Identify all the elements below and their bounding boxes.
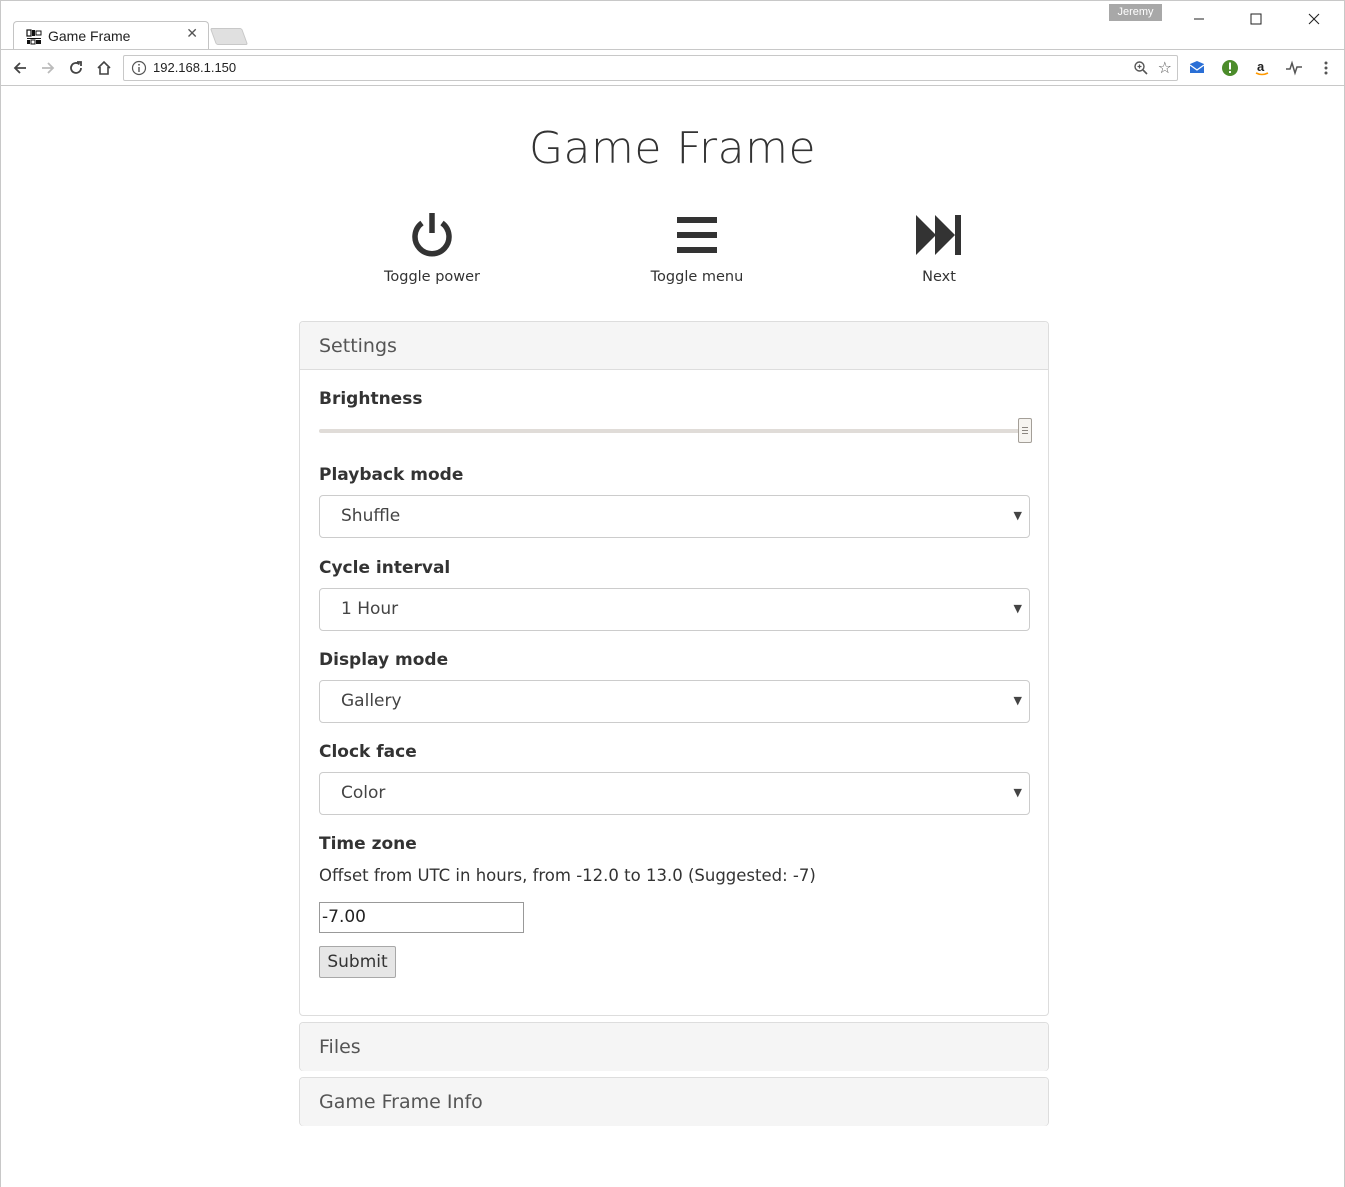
reload-icon bbox=[70, 61, 82, 74]
cycle-interval-value: 1 Hour bbox=[341, 599, 399, 619]
forward-arrow-icon bbox=[42, 62, 55, 74]
back-button[interactable] bbox=[10, 58, 30, 78]
address-bar[interactable]: 192.168.1.150 ☆ bbox=[123, 55, 1178, 81]
toggle-power-label: Toggle power bbox=[383, 269, 481, 285]
toggle-menu-button[interactable]: Toggle menu bbox=[631, 209, 763, 285]
skip-next-icon bbox=[916, 215, 961, 255]
cycle-interval-label: Cycle interval bbox=[319, 558, 451, 578]
forward-button[interactable] bbox=[38, 58, 58, 78]
clock-face-label: Clock face bbox=[319, 742, 417, 762]
address-url[interactable]: 192.168.1.150 bbox=[153, 60, 236, 75]
power-icon bbox=[412, 213, 452, 257]
tab-game-frame[interactable]: Game Frame ✕ bbox=[13, 21, 209, 50]
close-icon bbox=[1308, 13, 1320, 25]
minimize-button[interactable] bbox=[1176, 5, 1222, 33]
settings-panel: Settings Brightness Playback mode Shuffl… bbox=[299, 321, 1049, 1016]
home-button[interactable] bbox=[94, 58, 114, 78]
alert-extension-icon bbox=[1222, 60, 1238, 76]
playback-mode-value: Shuffle bbox=[341, 506, 401, 526]
toggle-power-button[interactable]: Toggle power bbox=[361, 209, 503, 285]
game-frame-info-panel: Game Frame Info bbox=[299, 1077, 1049, 1126]
time-zone-label: Time zone bbox=[319, 834, 417, 854]
brightness-slider[interactable] bbox=[319, 418, 1032, 443]
tab-title: Game Frame bbox=[48, 28, 131, 44]
amazon-extension-icon: a bbox=[1255, 59, 1269, 76]
back-arrow-icon bbox=[13, 62, 26, 74]
files-panel-heading[interactable]: Files bbox=[300, 1023, 1048, 1071]
tab-close-icon[interactable]: ✕ bbox=[186, 26, 198, 42]
toggle-menu-label: Toggle menu bbox=[650, 269, 744, 285]
page-content: Game Frame Toggle power Toggle menu Next… bbox=[1, 87, 1344, 1187]
playback-mode-label: Playback mode bbox=[319, 465, 464, 485]
bookmark-star-icon[interactable]: ☆ bbox=[1158, 58, 1172, 77]
pulse-extension-button[interactable] bbox=[1285, 59, 1303, 77]
mail-extension-icon bbox=[1189, 61, 1205, 73]
browser-menu-button[interactable] bbox=[1317, 59, 1335, 77]
minimize-icon bbox=[1194, 18, 1204, 20]
amazon-extension-button[interactable]: a bbox=[1253, 59, 1271, 77]
dropdown-arrow-icon: ▼ bbox=[1013, 694, 1022, 707]
next-label: Next bbox=[922, 269, 956, 285]
dropdown-arrow-icon: ▼ bbox=[1013, 786, 1022, 799]
zoom-icon[interactable] bbox=[1133, 60, 1149, 76]
info-icon[interactable] bbox=[131, 60, 147, 76]
display-mode-label: Display mode bbox=[319, 650, 449, 670]
browser-toolbar: 192.168.1.150 ☆ a bbox=[1, 49, 1344, 86]
next-button[interactable]: Next bbox=[899, 209, 979, 285]
clock-face-select[interactable]: Color ▼ bbox=[319, 772, 1030, 815]
reload-button[interactable] bbox=[66, 58, 86, 78]
kebab-menu-icon bbox=[1324, 61, 1328, 75]
cycle-interval-select[interactable]: 1 Hour ▼ bbox=[319, 588, 1030, 631]
alert-extension-button[interactable] bbox=[1221, 59, 1239, 77]
maximize-icon bbox=[1250, 13, 1262, 25]
hamburger-menu-icon bbox=[677, 217, 717, 253]
playback-mode-select[interactable]: Shuffle ▼ bbox=[319, 495, 1030, 538]
files-panel: Files bbox=[299, 1022, 1049, 1071]
dropdown-arrow-icon: ▼ bbox=[1013, 509, 1022, 522]
title-bar: Game Frame ✕ Jeremy bbox=[1, 1, 1344, 50]
submit-button[interactable]: Submit bbox=[319, 946, 396, 978]
time-zone-input[interactable]: -7.00 bbox=[319, 902, 524, 933]
new-tab-button[interactable] bbox=[209, 28, 249, 45]
maximize-button[interactable] bbox=[1233, 5, 1279, 33]
home-icon bbox=[97, 60, 111, 75]
game-frame-favicon-icon bbox=[26, 29, 42, 45]
mail-extension-button[interactable] bbox=[1188, 59, 1206, 77]
display-mode-value: Gallery bbox=[341, 691, 402, 711]
time-zone-help-text: Offset from UTC in hours, from -12.0 to … bbox=[319, 866, 816, 885]
browser-window: Game Frame ✕ Jeremy 192.168.1.150 ☆ a Ga… bbox=[0, 0, 1345, 1187]
dropdown-arrow-icon: ▼ bbox=[1013, 602, 1022, 615]
pulse-extension-icon bbox=[1286, 60, 1302, 76]
settings-panel-heading[interactable]: Settings bbox=[300, 322, 1048, 370]
game-frame-info-panel-heading[interactable]: Game Frame Info bbox=[300, 1078, 1048, 1126]
display-mode-select[interactable]: Gallery ▼ bbox=[319, 680, 1030, 723]
page-title: Game Frame bbox=[528, 123, 817, 174]
close-window-button[interactable] bbox=[1291, 5, 1337, 33]
brightness-label: Brightness bbox=[319, 389, 423, 409]
brightness-slider-handle[interactable] bbox=[1018, 418, 1032, 443]
clock-face-value: Color bbox=[341, 783, 386, 803]
svg-text:a: a bbox=[1257, 59, 1265, 74]
profile-badge[interactable]: Jeremy bbox=[1109, 4, 1162, 21]
